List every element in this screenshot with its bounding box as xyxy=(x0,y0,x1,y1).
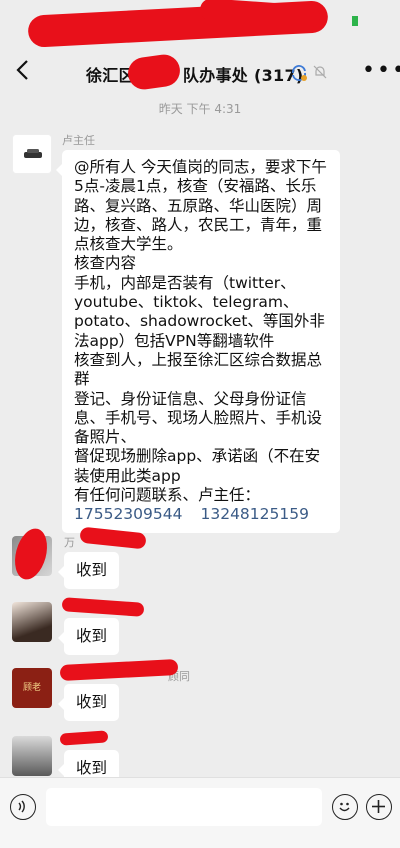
message-paragraph: 登记、身份证信息、父母身份证信息、手机号、现场人脸照片、手机设备照片、 xyxy=(74,389,323,447)
message-paragraph: 有任何问题联系、卢主任： xyxy=(74,486,261,505)
status-bar xyxy=(0,0,400,48)
message-paragraph: @所有人 今天值岗的同志，要求下午5点-凌晨1点，核查（安福路、长乐路、复兴路、… xyxy=(74,158,327,254)
input-bar xyxy=(0,777,400,848)
chat-title: 徐汇区 队办事处 (317) xyxy=(86,62,304,86)
sender-name: 万 xyxy=(64,536,75,549)
message-bubble[interactable]: 收到 xyxy=(57,684,120,722)
message-bubble[interactable]: 收到 xyxy=(57,618,120,656)
car-logo-icon xyxy=(24,149,42,158)
phone-link[interactable]: 17552309544 xyxy=(74,505,182,523)
status-indicator-icon xyxy=(352,16,358,26)
message-paragraph: 手机，内部是否装有（twitter、youtube、tiktok、telegra… xyxy=(74,273,325,350)
phone-numbers: 17552309544 13248125159 xyxy=(74,505,332,524)
ellipsis-icon[interactable]: ••• xyxy=(362,58,400,83)
message-input[interactable] xyxy=(46,788,322,826)
phone-link[interactable]: 13248125159 xyxy=(200,505,308,523)
mute-bell-icon xyxy=(312,64,328,80)
chat-header: 徐汇区队办事处 (317) ••• xyxy=(0,48,400,96)
avatar[interactable] xyxy=(12,134,52,174)
redaction-mark xyxy=(61,597,145,617)
sync-icon xyxy=(290,64,308,82)
message-paragraph: 核查到人，上报至徐汇区综合数据总群 xyxy=(74,350,323,389)
chevron-left-icon[interactable] xyxy=(12,58,36,86)
avatar-text: 顾老 xyxy=(22,683,41,693)
chat-title-suffix: 队办事处 (317) xyxy=(182,66,304,85)
message-timestamp: 昨天 下午 4:31 xyxy=(158,102,242,116)
avatar[interactable] xyxy=(12,602,52,642)
message-paragraph: 督促现场删除app、承诺函（不在安装使用此类app xyxy=(74,447,321,485)
message-paragraph: 核查内容 xyxy=(74,254,137,273)
avatar[interactable] xyxy=(12,736,52,776)
message-bubble[interactable]: 收到 xyxy=(57,552,120,590)
plus-icon[interactable] xyxy=(366,794,392,820)
emoji-icon[interactable] xyxy=(332,794,358,820)
sender-name: 卢主任 xyxy=(62,134,95,147)
avatar[interactable]: 顾老 xyxy=(12,668,52,708)
redaction-mark xyxy=(59,730,109,746)
voice-icon[interactable] xyxy=(10,794,36,820)
message-bubble[interactable]: @所有人 今天值岗的同志，要求下午5点-凌晨1点，核查（安福路、长乐路、复兴路、… xyxy=(56,150,340,533)
